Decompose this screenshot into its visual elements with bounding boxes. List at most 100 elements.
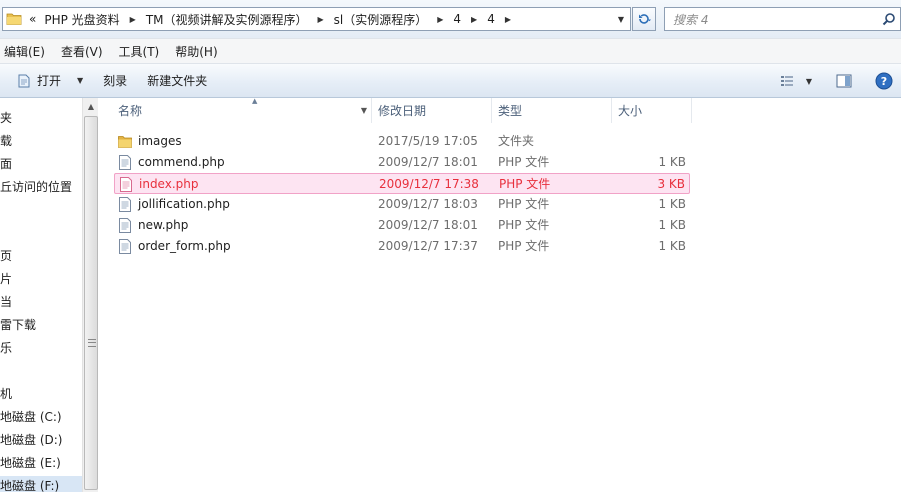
folder-icon <box>118 136 132 148</box>
chevron-down-icon: ▼ <box>805 76 813 86</box>
menu-help[interactable]: 帮助(H) <box>167 43 225 60</box>
file-name: new.php <box>138 218 189 232</box>
burn-label: 刻录 <box>103 74 128 88</box>
file-type: PHP 文件 <box>498 218 550 232</box>
nav-item-thunder-downloads[interactable]: 雷下载 <box>0 315 36 335</box>
nav-item-drive-c[interactable]: 地磁盘 (C:) <box>0 407 62 427</box>
file-date: 2009/12/7 17:38 <box>379 177 479 191</box>
file-type: 文件夹 <box>498 134 535 148</box>
php-file-icon <box>119 218 131 233</box>
file-name: order_form.php <box>138 239 231 253</box>
nav-item[interactable]: 当 <box>0 292 12 312</box>
chevron-down-icon[interactable]: ▼ <box>77 76 83 85</box>
file-type: PHP 文件 <box>498 155 550 169</box>
folder-icon <box>3 8 25 30</box>
search-icon[interactable] <box>882 12 896 26</box>
file-size: 1 KB <box>658 155 686 169</box>
search-input[interactable]: 搜索 4 <box>664 7 901 31</box>
change-view-button[interactable] <box>777 70 799 92</box>
breadcrumb-overflow[interactable]: « <box>25 12 40 26</box>
nav-item[interactable]: 页 <box>0 246 12 266</box>
file-name: jollification.php <box>138 197 230 211</box>
file-name: index.php <box>139 177 199 191</box>
open-button[interactable]: 打开 ▼ <box>0 69 93 93</box>
file-type: PHP 文件 <box>499 177 551 191</box>
open-file-icon <box>18 74 30 87</box>
nav-item-drive-d[interactable]: 地磁盘 (D:) <box>0 430 62 450</box>
file-row[interactable]: commend.php 2009/12/7 18:01 PHP 文件 1 KB <box>114 152 690 173</box>
address-dropdown-icon[interactable]: ▼ <box>614 11 628 27</box>
nav-item-drive-f[interactable]: 地磁盘 (F:) <box>0 476 82 492</box>
file-name: commend.php <box>138 155 225 169</box>
breadcrumb-chevron-icon[interactable]: ▶ <box>499 15 517 24</box>
navigation-pane: 夹 载 面 丘访问的位置 页 片 当 雷下载 乐 机 地磁盘 (C:) 地磁盘 … <box>0 98 82 492</box>
nav-item[interactable]: 乐 <box>0 338 12 358</box>
nav-item-recent-places[interactable]: 丘访问的位置 <box>0 177 72 197</box>
address-bar-row: « PHP 光盘资料 ▶ TM（视频讲解及实例源程序） ▶ sl（实例源程序） … <box>0 0 901 38</box>
file-date: 2009/12/7 18:03 <box>378 197 478 211</box>
nav-item[interactable]: 片 <box>0 269 12 289</box>
refresh-button[interactable] <box>632 7 656 31</box>
preview-pane-button[interactable] <box>833 70 855 92</box>
php-file-icon <box>119 155 131 170</box>
file-type: PHP 文件 <box>498 197 550 211</box>
scrollbar-thumb[interactable] <box>84 116 98 490</box>
grip-icon <box>88 339 96 347</box>
file-row[interactable]: jollification.php 2009/12/7 18:03 PHP 文件… <box>114 194 690 215</box>
nav-item[interactable]: 载 <box>0 131 12 151</box>
file-size: 3 KB <box>657 177 685 191</box>
new-folder-button[interactable]: 新建文件夹 <box>137 69 217 93</box>
file-size: 1 KB <box>658 239 686 253</box>
file-row-selected[interactable]: index.php 2009/12/7 17:38 PHP 文件 3 KB <box>114 173 690 194</box>
toolbar-right: ▼ ? <box>773 64 901 98</box>
breadcrumb-tm[interactable]: TM（视频讲解及实例源程序） <box>142 11 312 28</box>
file-date: 2009/12/7 17:37 <box>378 239 478 253</box>
breadcrumb-php-disc[interactable]: PHP 光盘资料 <box>40 11 123 28</box>
breadcrumb-chevron-icon[interactable]: ▶ <box>465 15 483 24</box>
breadcrumb-sl[interactable]: sl（实例源程序） <box>330 11 432 28</box>
address-bar[interactable]: « PHP 光盘资料 ▶ TM（视频讲解及实例源程序） ▶ sl（实例源程序） … <box>2 7 631 31</box>
view-options-icon <box>781 76 793 86</box>
php-file-icon <box>120 177 132 192</box>
menu-edit[interactable]: 编辑(E) <box>0 43 53 60</box>
refresh-icon <box>639 14 651 24</box>
breadcrumb-chevron-icon[interactable]: ▶ <box>312 15 330 24</box>
column-header-size[interactable]: 大小 <box>612 98 692 123</box>
menu-view[interactable]: 查看(V) <box>53 43 111 60</box>
file-date: 2009/12/7 18:01 <box>378 155 478 169</box>
file-row[interactable]: order_form.php 2009/12/7 17:37 PHP 文件 1 … <box>114 236 690 257</box>
view-dropdown-button[interactable]: ▼ <box>803 70 815 92</box>
breadcrumb-chevron-icon[interactable]: ▶ <box>124 15 142 24</box>
column-header-type[interactable]: 类型 <box>492 98 612 123</box>
menu-tools[interactable]: 工具(T) <box>111 43 168 60</box>
breadcrumb-4a[interactable]: 4 <box>449 12 465 26</box>
nav-item-drive-e[interactable]: 地磁盘 (E:) <box>0 453 61 473</box>
php-file-icon <box>119 197 131 212</box>
search-placeholder: 搜索 4 <box>673 12 709 27</box>
nav-item[interactable]: 夹 <box>0 108 12 128</box>
preview-pane-icon <box>836 74 852 88</box>
command-toolbar: 打开 ▼ 刻录 新建文件夹 ▼ ? <box>0 64 901 98</box>
column-name-label: 名称 <box>118 104 143 118</box>
sort-ascending-icon: ▲ <box>252 97 258 105</box>
navigation-scrollbar[interactable]: ▲ <box>82 98 98 492</box>
nav-item-computer[interactable]: 机 <box>0 384 12 404</box>
svg-text:?: ? <box>881 75 887 88</box>
new-folder-label: 新建文件夹 <box>147 74 208 88</box>
scroll-up-arrow-icon[interactable]: ▲ <box>83 98 99 114</box>
file-type: PHP 文件 <box>498 239 550 253</box>
file-size: 1 KB <box>658 218 686 232</box>
column-header-date[interactable]: 修改日期 <box>372 98 492 123</box>
column-header-row: ▲ 名称 ▼ 修改日期 类型 大小 <box>98 97 901 124</box>
breadcrumb-4b[interactable]: 4 <box>483 12 499 26</box>
chevron-down-icon[interactable]: ▼ <box>361 98 367 124</box>
burn-button[interactable]: 刻录 <box>93 69 137 93</box>
breadcrumb-chevron-icon[interactable]: ▶ <box>431 15 449 24</box>
php-file-icon <box>119 239 131 254</box>
file-row[interactable]: images 2017/5/19 17:05 文件夹 <box>114 131 690 152</box>
help-button[interactable]: ? <box>873 70 895 92</box>
file-row[interactable]: new.php 2009/12/7 18:01 PHP 文件 1 KB <box>114 215 690 236</box>
menu-bar: 编辑(E) 查看(V) 工具(T) 帮助(H) <box>0 38 901 64</box>
nav-item[interactable]: 面 <box>0 154 12 174</box>
column-header-name[interactable]: ▲ 名称 ▼ <box>112 97 372 124</box>
